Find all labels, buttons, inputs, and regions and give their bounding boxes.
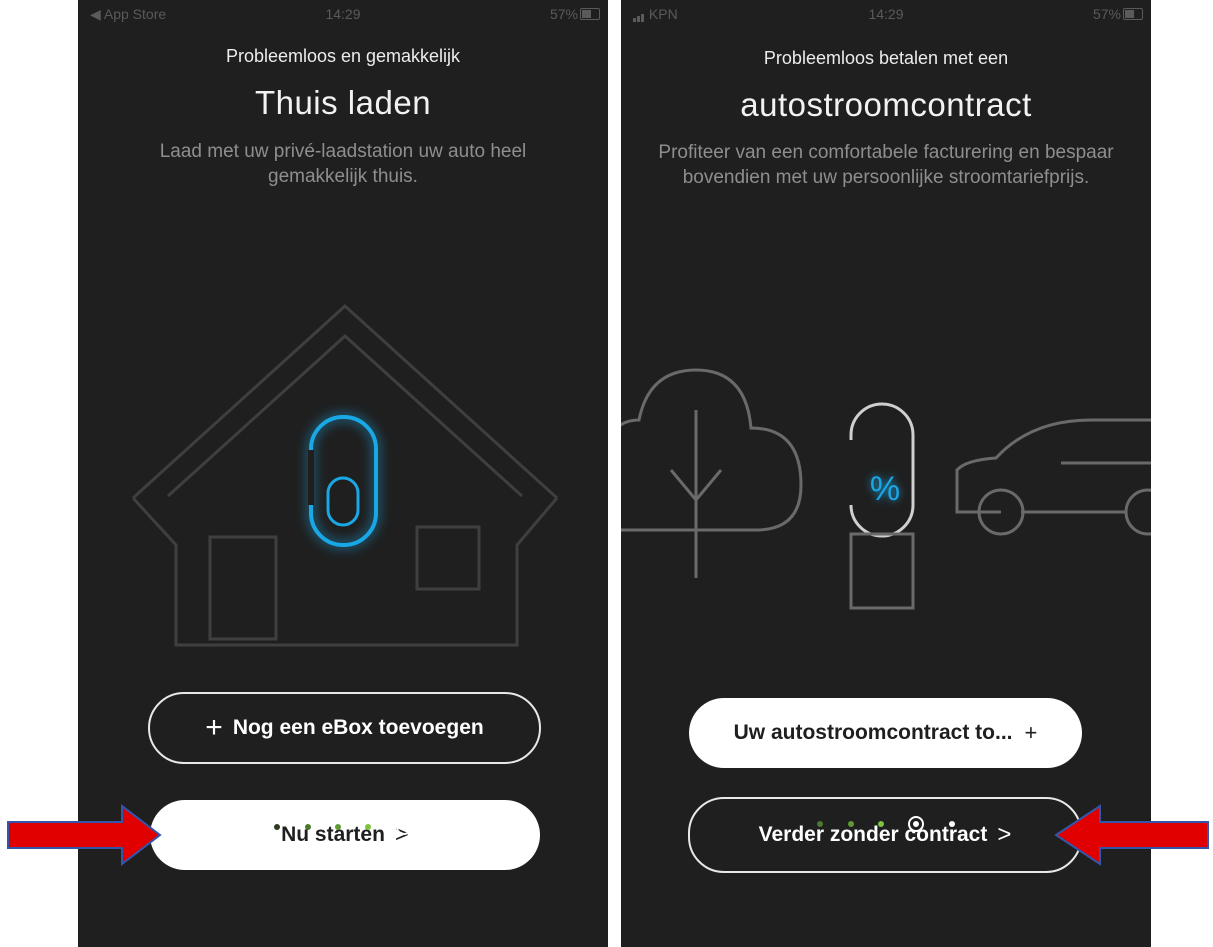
add-contract-label: Uw autostroomcontract to... <box>733 721 1013 744</box>
annotation-arrow-left <box>7 803 162 867</box>
page-dot-3[interactable] <box>878 820 884 827</box>
tree-cloud-icon <box>621 368 803 578</box>
add-ebox-label: Nog een eBox toevoegen <box>232 716 484 739</box>
page-dot-4[interactable] <box>365 823 372 830</box>
plus-icon: + <box>1024 720 1038 745</box>
annotation-arrow-right <box>1054 804 1209 866</box>
page-dot-5-active[interactable] <box>395 818 412 835</box>
add-contract-button[interactable]: Uw autostroomcontract to... + <box>689 698 1082 768</box>
page-dot-3[interactable] <box>335 823 341 830</box>
page-dot-4-active[interactable] <box>908 815 925 832</box>
plus-icon: + <box>205 711 223 744</box>
car-icon <box>955 418 1151 536</box>
door-outline <box>208 535 278 641</box>
page-dot-2[interactable] <box>304 823 311 830</box>
page-dot-5[interactable] <box>948 820 955 827</box>
page-dot-2[interactable] <box>847 820 854 827</box>
add-ebox-button[interactable]: + Nog een eBox toevoegen <box>148 692 541 764</box>
house-illustration <box>131 303 559 647</box>
contract-illustration: % <box>621 368 1151 610</box>
window-outline <box>415 525 481 591</box>
page-dot-1[interactable] <box>274 823 281 830</box>
wallbox-icon <box>308 415 378 547</box>
charger-percent-icon: % <box>848 402 915 610</box>
percent-symbol: % <box>870 470 900 508</box>
page-dot-1[interactable] <box>817 820 824 827</box>
